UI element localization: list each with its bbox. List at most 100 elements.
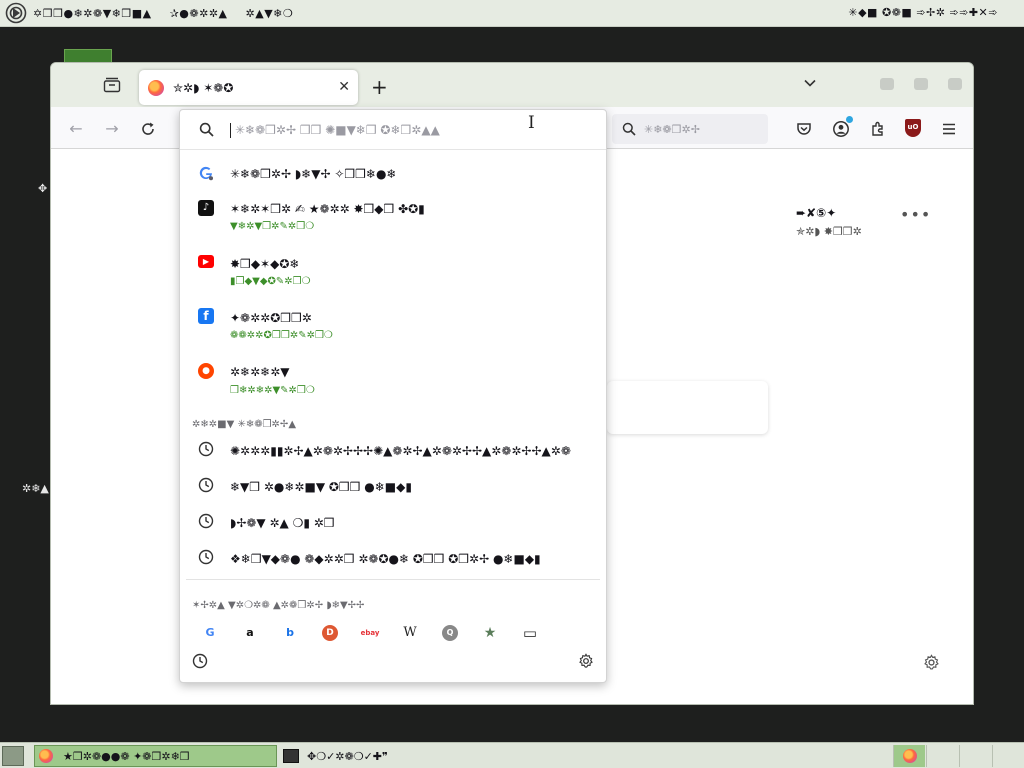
mouse-ibeam-cursor: I [528,113,535,133]
back-arrow-icon[interactable]: ← [67,120,85,138]
duckduckgo-icon: D [322,625,338,641]
workspace-3[interactable] [959,745,991,767]
toolbar-search-box[interactable]: ✳❄❁❒✲✢ [612,114,768,144]
urlbar-dropdown: ✳❄❁❒✲✢ ❒❒ ✺■▼❄❒ ✪❄❒✲▲▲ ✳❄❁❒✲✢ ◗❄▼✢ ✧❒❒❄●… [179,109,607,683]
search-settings-gear-icon[interactable] [578,653,594,669]
engine-search[interactable]: Q [430,623,470,643]
history-row[interactable]: ✺✲✲✲▮▮✲✢▲✲❁✲✢✢✢✺▲❁✲✢▲✲❁✲✢✢▲✲❁✲✢✢▲✲❁ [180,440,606,464]
google-icon: G [205,626,215,639]
google-icon [199,166,213,181]
taskbar-item-terminal[interactable]: ✥❍✓✲❁❍✓✚❞ [281,745,481,767]
engine-amazon[interactable]: a [230,623,270,643]
desktop-label: ✲❄▲ [22,482,49,495]
search-icon [622,122,636,136]
workspace-1[interactable] [893,745,925,767]
engine-duckduckgo[interactable]: D [310,623,350,643]
desktop-mark: ✥ [38,182,48,195]
youtube-icon: ▶ [198,255,214,268]
history-section-header: ✲❄✲■▼ ✳❄❁❒✲✢▲ [192,419,297,430]
tiktok-icon: ♪ [198,200,214,216]
reload-icon[interactable] [139,120,157,138]
tabs-icon: ▭ [522,624,538,642]
ebay-icon: ebay [360,629,380,637]
engine-bing[interactable]: b [270,623,310,643]
suggestion-title: ✳❄❁❒✲✢ ◗❄▼✢ ✧❒❒❄●❄ [230,167,397,181]
suggestion-url: ▮❒◆▼◆✪✎✲❒❍ [230,276,311,287]
history-clock-icon [198,513,214,529]
engine-tabs[interactable]: ▭ [510,623,550,643]
list-all-tabs-chevron-icon[interactable] [803,76,817,90]
panel-menu: ✡❒❒●❄✲❁▼❄❒■▲ ✰●❁✲✲▲ ✲▲▼❄❍ [33,7,307,20]
history-clock-icon [198,549,214,565]
suggestion-title: ✲❄✲❄✲▼ [230,365,290,379]
divider [186,579,600,580]
forward-arrow-icon[interactable]: → [103,120,121,138]
history-row[interactable]: ❄▼❒ ✲●❄✲■▼ ✪❒❒ ●❄■◆▮ [180,476,606,500]
ublock-origin-icon[interactable]: uO [905,119,921,137]
firefox-view-icon[interactable] [103,77,121,93]
firefox-icon [902,749,917,763]
urlbar-placeholder: ✳❄❁❒✲✢ ❒❒ ✺■▼❄❒ ✪❄❒✲▲▲ [235,123,440,137]
firefox-icon [39,749,53,763]
wikipedia-icon: W [403,625,417,640]
bookmarks-icon: ★ [483,625,497,641]
top-site-subtitle: ✯✲◗ ✸❒❒✲ [796,225,862,238]
suggestion-row[interactable]: ♪ ✶❄✲✶❒✲ ✍ ★❁✲✲ ✸❒◆❒ ✤✪▮ ▼❄✲▼❒✲✎✲❒❍ [180,199,606,235]
history-clock-icon [198,477,214,493]
customize-gear-icon[interactable] [923,654,940,671]
one-off-search-engines: G a b D ebay W Q ★ ▭ [190,623,550,643]
minimize-button[interactable] [880,78,894,90]
suggestion-title: ✸❒◆✶◆✪❄ [230,257,300,271]
extensions-icon[interactable] [869,120,887,138]
panel-clock[interactable]: ✳◆■ ✪❁■ ➾✢✲ ➾➾✚✕➾ [848,6,998,19]
close-window-button[interactable] [948,78,962,90]
desktop-window-tab [64,49,112,63]
history-clock-icon[interactable] [192,653,208,669]
history-title: ◗✢❁▼ ✲▲ ❍▮ ✲❒ [230,516,335,530]
suggestion-row[interactable]: ● ✲❄✲❄✲▼ ❒❄✲❄✲▼✎✲❒❍ [180,362,606,398]
suggestion-title: ✶❄✲✶❒✲ ✍ ★❁✲✲ ✸❒◆❒ ✤✪▮ [230,202,425,216]
top-site-more-icon[interactable]: ••• [900,205,931,224]
account-badge [846,116,853,123]
urlbar-input[interactable]: ✳❄❁❒✲✢ ❒❒ ✺■▼❄❒ ✪❄❒✲▲▲ [180,110,606,150]
suggestion-row[interactable]: ✳❄❁❒✲✢ ◗❄▼✢ ✧❒❒❄●❄ [180,162,606,186]
tab-new-tab[interactable]: ✮✲◗ ✶❁✪ ✕ [139,70,358,105]
search-engine-icon: Q [442,625,458,641]
panel-menu-system[interactable]: ✲▲▼❄❍ [246,7,294,20]
suggestion-row[interactable]: f ✦❁✲✲✪❒❒✲ ❁❁✲✲✪❒❒✲✎✲❒❍ [180,307,606,343]
panel-menu-places[interactable]: ✰●❁✲✲▲ [170,7,228,20]
history-clock-icon [198,441,214,457]
suggestion-row[interactable]: ▶ ✸❒◆✶◆✪❄ ▮❒◆▼◆✪✎✲❒❍ [180,253,606,289]
history-row[interactable]: ◗✢❁▼ ✲▲ ❍▮ ✲❒ [180,512,606,536]
suggestion-title: ✦❁✲✲✪❒❒✲ [230,311,312,325]
suggestion-url: ▼❄✲▼❒✲✎✲❒❍ [230,221,315,232]
bing-icon: b [286,626,294,639]
workspace-2[interactable] [926,745,958,767]
history-row[interactable]: ❖❄❒▼◆❁● ❁◆✲✲❒ ✲❁✪●❄ ✪❒❒ ✪❒✲✢ ●❄■◆▮ [180,548,606,572]
tab-close-icon[interactable]: ✕ [338,79,350,95]
new-tab-button[interactable]: + [371,75,388,99]
text-caret [230,123,231,138]
search-icon [199,122,214,137]
amazon-icon: a [246,626,254,639]
maximize-button[interactable] [914,78,928,90]
hamburger-menu-icon[interactable] [940,120,958,138]
workspace-4[interactable] [992,745,1024,767]
toolbar-search-placeholder: ✳❄❁❒✲✢ [644,122,700,136]
taskbar-item-label: ✥❍✓✲❁❍✓✚❞ [307,749,388,763]
engine-ebay[interactable]: ebay [350,623,390,643]
taskbar-item-firefox[interactable]: ★❒✲❁●●❁ ✦❁❒✲❄❒ [34,745,277,767]
facebook-icon: f [198,308,214,324]
engine-wikipedia[interactable]: W [390,623,430,643]
panel-menu-applications[interactable]: ✡❒❒●❄✲❁▼❄❒■▲ [33,7,152,20]
suggestion-url: ❁❁✲✲✪❒❒✲✎✲❒❍ [230,330,333,341]
tab-strip: ✮✲◗ ✶❁✪ ✕ + [51,63,973,107]
history-title: ✺✲✲✲▮▮✲✢▲✲❁✲✢✢✢✺▲❁✲✢▲✲❁✲✢✢▲✲❁✲✢✢▲✲❁ [230,444,571,458]
show-desktop-button[interactable] [2,746,24,766]
distro-logo-icon[interactable] [5,2,27,24]
engine-bookmarks[interactable]: ★ [470,623,510,643]
content-card[interactable] [607,381,768,434]
top-site-title[interactable]: ➨✘⑤✦ [796,206,836,220]
pocket-icon[interactable] [795,120,813,138]
engine-google[interactable]: G [190,623,230,643]
